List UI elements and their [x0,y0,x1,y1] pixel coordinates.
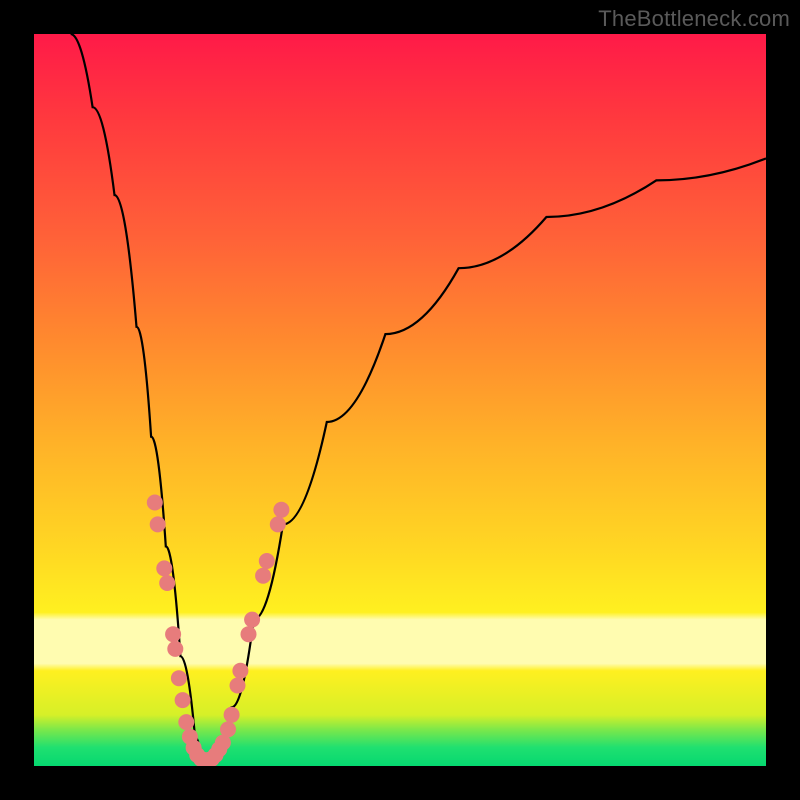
data-marker [241,626,257,642]
watermark-text: TheBottleneck.com [598,6,790,32]
chart-frame: TheBottleneck.com [0,0,800,800]
data-marker [178,714,194,730]
data-marker [147,495,163,511]
curve-svg [34,34,766,766]
data-marker [244,612,260,628]
data-marker [259,553,275,569]
data-marker [255,568,271,584]
marker-group [147,495,290,767]
data-marker [230,678,246,694]
data-marker [150,516,166,532]
data-marker [165,626,181,642]
data-marker [270,516,286,532]
data-marker [167,641,183,657]
data-marker [159,575,175,591]
data-marker [175,692,191,708]
data-marker [232,663,248,679]
data-marker [171,670,187,686]
data-marker [156,560,172,576]
data-marker [224,707,240,723]
plot-area [34,34,766,766]
data-marker [273,502,289,518]
data-marker [220,721,236,737]
